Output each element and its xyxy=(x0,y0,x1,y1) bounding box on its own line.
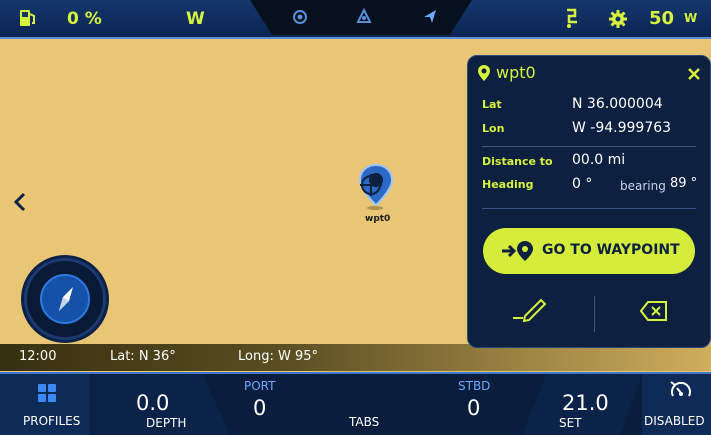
route-icon[interactable] xyxy=(356,7,372,28)
go-to-waypoint-button[interactable]: GO TO WAYPOINT xyxy=(483,228,695,274)
speed-value: 50 xyxy=(649,8,675,29)
status-row: 12:00 Lat: N 36° Long: W 95° xyxy=(0,344,711,371)
compass-button[interactable] xyxy=(24,258,106,340)
arrow-to-pin-icon xyxy=(500,239,536,267)
fuel-icon xyxy=(19,8,37,32)
bearing-label: bearing xyxy=(620,179,666,193)
tabs-label: TABS xyxy=(349,415,380,429)
depth-panel: 0.0 DEPTH xyxy=(92,374,230,435)
layers-icon[interactable] xyxy=(292,9,308,29)
stbd-label: STBD xyxy=(458,379,491,393)
delete-icon[interactable] xyxy=(639,300,668,326)
disabled-label: DISABLED xyxy=(644,414,705,428)
port-label: PORT xyxy=(244,379,276,393)
location-pin-icon xyxy=(477,64,491,86)
grid-icon xyxy=(38,384,56,406)
cruise-control-button[interactable]: DISABLED xyxy=(642,374,711,435)
distance-label: Distance to xyxy=(482,155,553,168)
go-to-waypoint-label: GO TO WAYPOINT xyxy=(542,242,680,258)
time-display: 12:00 xyxy=(19,349,57,364)
divider xyxy=(482,146,696,147)
top-bar: 0 % W 50 W xyxy=(0,0,711,39)
heading-label: Heading xyxy=(482,178,534,191)
close-icon[interactable] xyxy=(687,66,701,85)
divider xyxy=(594,296,595,332)
depth-label: DEPTH xyxy=(146,416,187,430)
gear-icon[interactable] xyxy=(608,9,628,33)
divider xyxy=(482,208,696,209)
lat-label: Lat xyxy=(482,98,502,111)
speedometer-icon xyxy=(669,380,693,408)
longitude-display: Long: W 95° xyxy=(238,349,318,364)
set-label: SET xyxy=(559,416,582,430)
set-panel[interactable]: 21.0 SET xyxy=(522,374,642,435)
profiles-button[interactable]: PROFILES xyxy=(0,374,90,435)
heading-letter: W xyxy=(186,9,205,29)
port-value: 0 xyxy=(253,396,267,420)
bottom-bar: PROFILES 0.0 DEPTH PORT 0 TABS STBD 0 21… xyxy=(0,372,711,435)
lon-value: W -94.999763 xyxy=(572,120,672,136)
compass-icon xyxy=(40,274,90,324)
lon-label: Lon xyxy=(482,122,505,135)
waypoint-label: wpt0 xyxy=(365,214,391,224)
bearing-value: 89 ° xyxy=(670,176,698,191)
lat-value: N 36.000004 xyxy=(572,96,663,112)
fuel-percent: 0 % xyxy=(67,9,102,29)
distance-value: 00.0 mi xyxy=(572,152,626,168)
depth-value: 0.0 xyxy=(136,391,170,415)
edit-icon[interactable] xyxy=(511,296,549,326)
panel-title: wpt0 xyxy=(496,63,536,82)
heading-value: 0 ° xyxy=(572,176,593,192)
stbd-value: 0 xyxy=(467,396,481,420)
waypoint-panel: wpt0 Lat N 36.000004 Lon W -94.999763 Di… xyxy=(467,55,711,348)
set-value: 21.0 xyxy=(562,391,609,415)
route-path-icon[interactable] xyxy=(563,6,581,34)
latitude-display: Lat: N 36° xyxy=(110,349,176,364)
profiles-label: PROFILES xyxy=(23,414,81,428)
speed-unit: W xyxy=(684,11,698,25)
mode-selector xyxy=(250,0,472,35)
navigate-icon[interactable] xyxy=(422,8,438,28)
chevron-left-icon[interactable] xyxy=(12,191,28,213)
